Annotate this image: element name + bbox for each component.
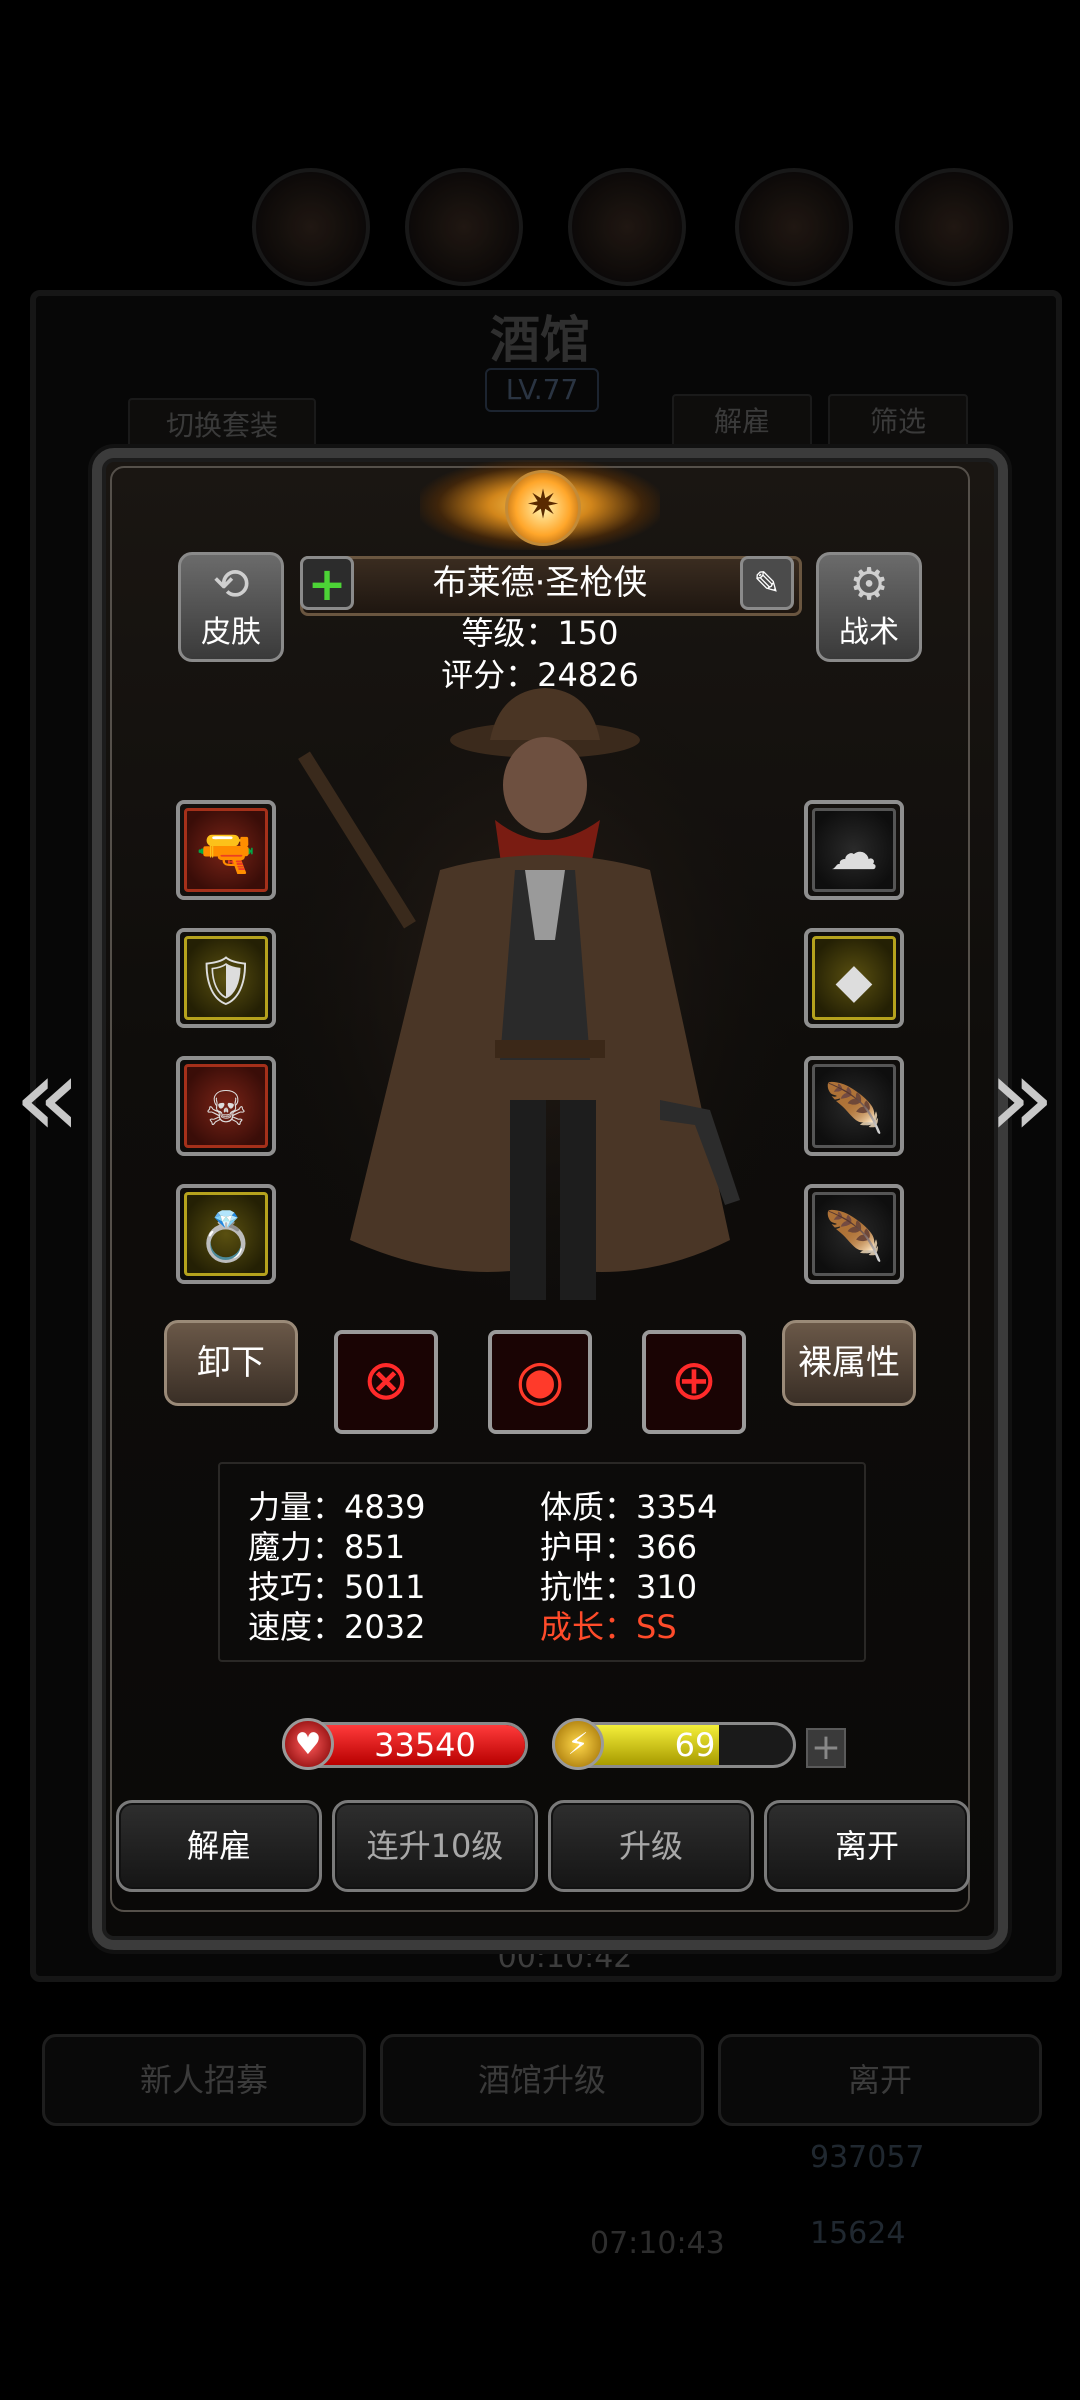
dismiss-button[interactable]: 解雇 [116, 1800, 322, 1892]
rename-button[interactable]: ✎ [740, 556, 794, 610]
plus-icon: + [307, 557, 347, 611]
bg-menu-icon [568, 168, 686, 286]
cloud-amulet-icon: ☁ [812, 808, 896, 892]
tavern-title: 酒馆 [490, 310, 590, 369]
recruit-button: 新人招募 [42, 2034, 366, 2126]
target-skill-icon: ⊕ [670, 1348, 718, 1413]
rifle-icon: 🔫 [184, 808, 268, 892]
switch-outfit-tab: 切换套装 [128, 398, 316, 454]
add-button[interactable]: + [300, 556, 354, 610]
hero-portrait [270, 680, 790, 1340]
tactics-button[interactable]: ⚙ 战术 [816, 552, 922, 662]
tavern-level: LV.77 [485, 368, 599, 412]
bg-timer-bottom: 07:10:43 [590, 2226, 725, 2261]
tactics-label: 战术 [839, 615, 899, 650]
bg-menu-icon [735, 168, 853, 286]
energy-value: 69 [674, 1726, 716, 1764]
skill-slot-1[interactable]: ⊗ [334, 1330, 438, 1434]
armor-icon: 🛡 [184, 936, 268, 1020]
hero-score: 评分：24826 [441, 656, 639, 694]
bg-filter-tab: 筛选 [828, 394, 968, 450]
bare-attributes-button[interactable]: 裸属性 [782, 1320, 916, 1406]
unequip-button[interactable]: 卸下 [164, 1320, 298, 1406]
bg-leave-button: 离开 [718, 2034, 1042, 2126]
crosshair-skill-icon: ⊗ [362, 1348, 410, 1413]
bg-menu-icon [252, 168, 370, 286]
skin-button[interactable]: ⟲ 皮肤 [178, 552, 284, 662]
equip-slot-accessory-1[interactable]: 🪶 [804, 1056, 904, 1156]
edit-icon: ✎ [753, 564, 781, 602]
attr-speed: 速度：2032 [248, 1608, 426, 1646]
skin-label: 皮肤 [201, 615, 261, 650]
green-gem-icon: ◆ [812, 936, 896, 1020]
hero-name: 布莱德·圣枪侠 [432, 563, 648, 603]
sun-emblem-icon: ✷ [505, 470, 581, 546]
equip-slot-amulet[interactable]: ☁ [804, 800, 904, 900]
chevron-left-icon: « [14, 1033, 82, 1161]
skill-slot-2[interactable]: ◉ [488, 1330, 592, 1434]
skill-slot-3[interactable]: ⊕ [642, 1330, 746, 1434]
attr-growth: 成长：SS [540, 1608, 677, 1646]
plus-icon: + [810, 1727, 842, 1768]
bg-menu-icon [405, 168, 523, 286]
previous-hero-button[interactable]: « [14, 1042, 81, 1152]
equip-slot-weapon[interactable]: 🔫 [176, 800, 276, 900]
lightning-icon: ⚡ [552, 1718, 604, 1770]
shirt-icon: ⟲ [212, 559, 250, 610]
gem-amount: 15624 [810, 2216, 906, 2251]
equip-slot-armor[interactable]: 🛡 [176, 928, 276, 1028]
level-up-10-button[interactable]: 连升10级 [332, 1800, 538, 1892]
equip-slot-accessory-2[interactable]: 🪶 [804, 1184, 904, 1284]
demon-helm-icon: ☠ [184, 1064, 268, 1148]
chevron-right-icon: » [988, 1033, 1056, 1161]
add-energy-button[interactable]: + [806, 1728, 846, 1768]
equip-slot-helmet[interactable]: ☠ [176, 1056, 276, 1156]
ring-icon: 💍 [184, 1192, 268, 1276]
bg-menu-icon [895, 168, 1013, 286]
vortex-skill-icon: ◉ [515, 1348, 565, 1413]
equip-slot-gem[interactable]: ◆ [804, 928, 904, 1028]
bg-dismiss-tab: 解雇 [672, 394, 812, 450]
hp-value: 33540 [374, 1726, 476, 1764]
hero-level: 等级：150 [461, 614, 619, 652]
gold-amount: 937057 [810, 2140, 925, 2175]
equip-slot-ring[interactable]: 💍 [176, 1184, 276, 1284]
leave-button[interactable]: 离开 [764, 1800, 970, 1892]
feather-icon: 🪶 [812, 1192, 896, 1276]
level-up-button[interactable]: 升级 [548, 1800, 754, 1892]
next-hero-button[interactable]: » [988, 1042, 1055, 1152]
gear-icon: ⚙ [849, 559, 889, 610]
tavern-upgrade-button: 酒馆升级 [380, 2034, 704, 2126]
feather-icon: 🪶 [812, 1064, 896, 1148]
